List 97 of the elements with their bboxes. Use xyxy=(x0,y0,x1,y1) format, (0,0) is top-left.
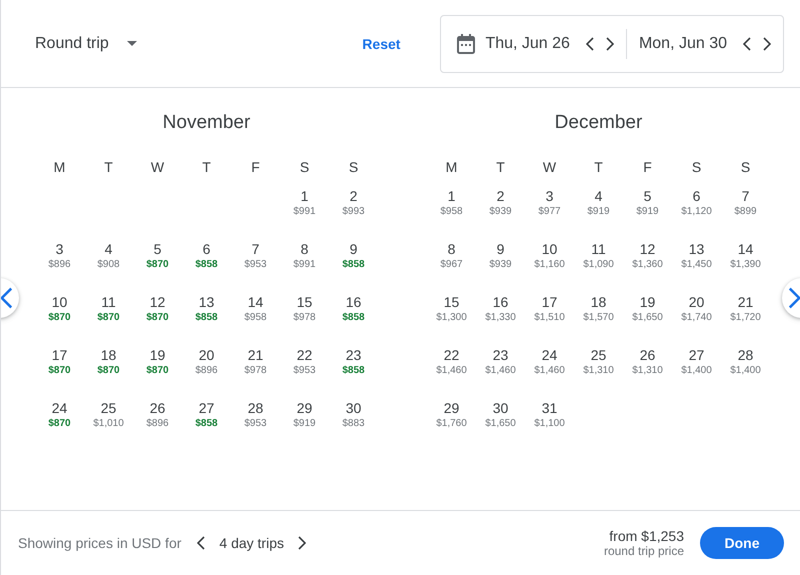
calendar-day[interactable]: 20 $1,740 xyxy=(672,282,721,335)
calendar-day[interactable]: 1 $991 xyxy=(280,176,329,229)
weekday-label: F xyxy=(643,159,652,175)
calendar-day[interactable]: 11 $1,090 xyxy=(574,229,623,282)
weekday-label: M xyxy=(446,159,458,175)
calendar-day[interactable]: 11 $870 xyxy=(84,282,133,335)
calendar-day[interactable]: 6 $858 xyxy=(182,229,231,282)
date-text[interactable]: Thu, Jun 26 xyxy=(485,34,570,52)
calendar-day[interactable]: 14 $958 xyxy=(231,282,280,335)
calendar-day[interactable]: 20 $896 xyxy=(182,335,231,388)
calendar-day[interactable]: 26 $896 xyxy=(133,388,182,441)
calendar-day[interactable]: 12 $1,360 xyxy=(623,229,672,282)
weekday-label: W xyxy=(542,159,556,175)
calendar-day[interactable]: 25 $1,310 xyxy=(574,335,623,388)
calendar-day[interactable]: 5 $870 xyxy=(133,229,182,282)
calendar-day[interactable]: 16 $1,330 xyxy=(476,282,525,335)
calendar-day[interactable]: 29 $919 xyxy=(280,388,329,441)
weekday-label: T xyxy=(104,159,113,175)
calendar-day[interactable]: 9 $858 xyxy=(329,229,378,282)
date-range-field[interactable]: Thu, Jun 26 Mon, Jun 30 xyxy=(440,14,784,72)
price-note: round trip price xyxy=(604,544,684,558)
calendar-day[interactable]: 28 $1,400 xyxy=(721,335,770,388)
calendar-day[interactable]: 30 $1,650 xyxy=(476,388,525,441)
calendar-day[interactable]: 8 $991 xyxy=(280,229,329,282)
calendar-day[interactable]: 25 $1,010 xyxy=(84,388,133,441)
chevron-right-icon xyxy=(606,36,614,50)
calendar-day[interactable]: 5 $919 xyxy=(623,176,672,229)
calendar-day[interactable]: 6 $1,120 xyxy=(672,176,721,229)
calendar-day[interactable]: 4 $908 xyxy=(84,229,133,282)
chevron-left-icon xyxy=(743,36,751,50)
calendar-day[interactable]: 24 $870 xyxy=(35,388,84,441)
calendar-day[interactable]: 19 $870 xyxy=(133,335,182,388)
calendar-day[interactable]: 17 $1,510 xyxy=(525,282,574,335)
calendar-day[interactable]: 13 $1,450 xyxy=(672,229,721,282)
calendar-day[interactable]: 18 $1,570 xyxy=(574,282,623,335)
chevron-left-icon xyxy=(1,287,13,309)
calendar-icon xyxy=(457,34,476,54)
calendar-day[interactable]: 15 $978 xyxy=(280,282,329,335)
calendar-day[interactable]: 24 $1,460 xyxy=(525,335,574,388)
calendar-day[interactable]: 28 $953 xyxy=(231,388,280,441)
calendar-day[interactable]: 19 $1,650 xyxy=(623,282,672,335)
weekday-label: T xyxy=(202,159,211,175)
weekday-label: S xyxy=(348,159,358,175)
calendar-day[interactable]: 4 $919 xyxy=(574,176,623,229)
calendar-day[interactable]: 2 $939 xyxy=(476,176,525,229)
calendar-day[interactable]: 29 $1,760 xyxy=(427,388,476,441)
weekday-label: S xyxy=(692,159,702,175)
chevron-left-icon xyxy=(586,36,594,50)
month-title: December xyxy=(554,112,642,135)
calendar-day[interactable]: 16 $858 xyxy=(329,282,378,335)
reset-button[interactable]: Reset xyxy=(362,30,400,58)
chevron-right-icon xyxy=(763,36,771,50)
calendar-day[interactable]: 21 $1,720 xyxy=(721,282,770,335)
weekday-label: T xyxy=(594,159,603,175)
calendar-day[interactable]: 26 $1,310 xyxy=(623,335,672,388)
weekday-label: M xyxy=(54,159,66,175)
chevron-right-icon xyxy=(298,536,306,550)
calendar-day[interactable]: 14 $1,390 xyxy=(721,229,770,282)
done-button[interactable]: Done xyxy=(700,527,784,559)
lowest-price: from $1,253 xyxy=(609,528,684,544)
calendar-day[interactable]: 9 $939 xyxy=(476,229,525,282)
calendar-day[interactable]: 12 $870 xyxy=(133,282,182,335)
chevron-left-icon xyxy=(197,536,206,550)
calendar-day[interactable]: 3 $896 xyxy=(35,229,84,282)
calendar-day[interactable]: 8 $967 xyxy=(427,229,476,282)
calendar-day[interactable]: 23 $858 xyxy=(329,335,378,388)
calendar-day[interactable]: 15 $1,300 xyxy=(427,282,476,335)
calendar-day[interactable]: 27 $1,400 xyxy=(672,335,721,388)
trip-duration: 4 day trips xyxy=(219,535,284,551)
trip-type-dropdown[interactable]: Round trip xyxy=(35,28,137,58)
calendar-day[interactable]: 30 $883 xyxy=(329,388,378,441)
calendar-day[interactable]: 1 $958 xyxy=(427,176,476,229)
calendar-day[interactable]: 31 $1,100 xyxy=(525,388,574,441)
calendar-day[interactable]: 22 $1,460 xyxy=(427,335,476,388)
weekday-label: S xyxy=(740,159,750,175)
currency-caption: Showing prices in USD for xyxy=(18,535,182,551)
calendar-day[interactable]: 22 $953 xyxy=(280,335,329,388)
month-title: November xyxy=(162,112,250,135)
calendar-day[interactable]: 10 $1,160 xyxy=(525,229,574,282)
calendar-day[interactable]: 17 $870 xyxy=(35,335,84,388)
weekday-label: S xyxy=(300,159,310,175)
calendar-day[interactable]: 23 $1,460 xyxy=(476,335,525,388)
date-text[interactable]: Mon, Jun 30 xyxy=(638,34,727,52)
calendar-day[interactable]: 18 $870 xyxy=(84,335,133,388)
calendar-day[interactable]: 21 $978 xyxy=(231,335,280,388)
calendar-day[interactable]: 7 $899 xyxy=(721,176,770,229)
weekday-label: T xyxy=(496,159,505,175)
weekday-label: W xyxy=(150,159,164,175)
dropdown-caret-icon xyxy=(126,41,137,46)
calendar-day[interactable]: 2 $993 xyxy=(329,176,378,229)
calendar-day[interactable]: 13 $858 xyxy=(182,282,231,335)
calendar-day[interactable]: 27 $858 xyxy=(182,388,231,441)
calendar-day[interactable]: 3 $977 xyxy=(525,176,574,229)
weekday-label: F xyxy=(251,159,260,175)
calendar-day[interactable]: 7 $953 xyxy=(231,229,280,282)
chevron-right-icon xyxy=(788,287,800,309)
calendar-day[interactable]: 10 $870 xyxy=(35,282,84,335)
